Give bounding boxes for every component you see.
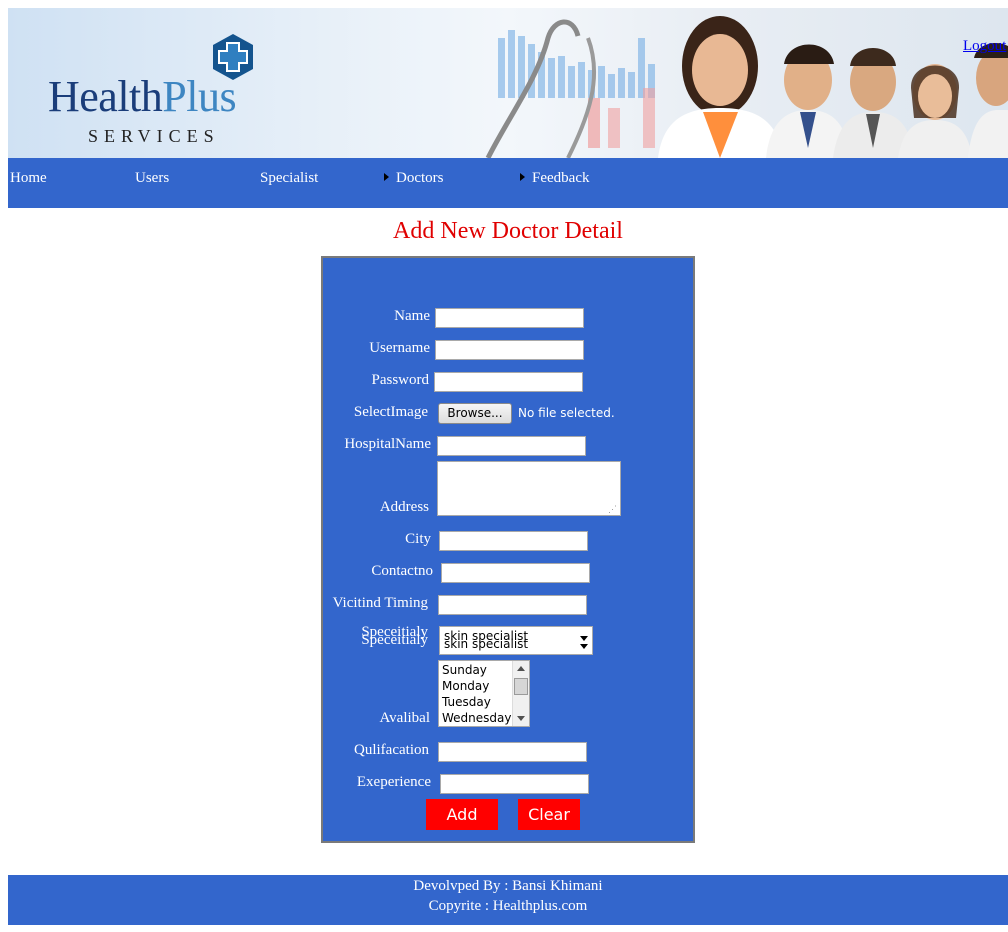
add-button[interactable]: Add xyxy=(426,799,498,830)
available-label: Avalibal xyxy=(379,710,430,726)
day-option[interactable]: Monday xyxy=(442,678,489,694)
contact-no-input[interactable] xyxy=(441,563,590,583)
healthplus-logo: HealthPlus SERVICES xyxy=(48,34,278,154)
nav-item-specialist[interactable]: Specialist xyxy=(260,170,318,187)
username-input[interactable] xyxy=(435,340,584,360)
page-title: Add New Doctor Detail xyxy=(393,218,623,244)
resize-grip-icon[interactable]: ⋰ xyxy=(608,505,617,514)
logo-tagline: SERVICES xyxy=(88,126,220,146)
nav-label: Home xyxy=(10,170,47,186)
listbox-scrollbar[interactable] xyxy=(512,661,529,726)
banner-doctors-image xyxy=(485,16,1008,158)
specialty-label-echo: Speceitialy xyxy=(361,632,428,648)
password-input[interactable] xyxy=(434,372,583,392)
chevron-down-icon xyxy=(580,636,588,641)
city-label: City xyxy=(405,531,431,547)
visiting-timing-label: Vicitind Timing xyxy=(332,595,428,611)
scroll-up-icon[interactable] xyxy=(517,666,525,671)
username-label: Username xyxy=(369,340,430,356)
nav-label: Doctors xyxy=(396,170,444,186)
qualification-label: Qulifacation xyxy=(354,742,429,758)
available-days-listbox[interactable]: Sunday Monday Tuesday Wednesday xyxy=(438,660,530,727)
name-input[interactable] xyxy=(435,308,584,328)
day-option[interactable]: Tuesday xyxy=(442,694,491,710)
nav-item-doctors[interactable]: Doctors xyxy=(384,170,444,187)
main-nav: Home Users Specialist Doctors Feedback xyxy=(8,158,1008,208)
page-footer: Devolvped By : Bansi Khimani Copyrite : … xyxy=(8,875,1008,925)
file-status-text: No file selected. xyxy=(518,406,615,420)
chevron-down-icon xyxy=(580,644,588,649)
name-label: Name xyxy=(394,308,430,324)
clear-button[interactable]: Clear xyxy=(518,799,580,830)
nav-label: Users xyxy=(135,170,170,186)
day-option[interactable]: Wednesday xyxy=(442,710,511,726)
footer-copyright: Copyrite : Healthplus.com xyxy=(428,898,588,914)
contact-no-label: Contactno xyxy=(371,563,433,579)
submenu-arrow-icon xyxy=(520,173,525,181)
browse-file-button[interactable]: Browse... xyxy=(438,403,512,424)
scroll-down-icon[interactable] xyxy=(517,716,525,721)
address-textarea[interactable] xyxy=(437,461,621,516)
header-banner: HealthPlus SERVICES Logout xyxy=(8,8,1008,158)
submenu-arrow-icon xyxy=(384,173,389,181)
nav-item-users[interactable]: Users xyxy=(135,170,169,187)
experience-label: Exeperience xyxy=(356,774,431,790)
city-input[interactable] xyxy=(439,531,588,551)
visiting-timing-input[interactable] xyxy=(438,595,587,615)
scroll-thumb[interactable] xyxy=(514,678,528,695)
add-doctor-form: Name Username Password SelectImage Brows… xyxy=(321,256,695,843)
logout-link[interactable]: Logout xyxy=(963,38,1006,55)
logo-word-health: Health xyxy=(48,72,163,121)
experience-input[interactable] xyxy=(440,774,589,794)
specialty-selected-value-echo: skin specialist xyxy=(444,637,529,651)
footer-developer-credit: Devolvped By : Bansi Khimani xyxy=(413,878,603,894)
password-label: Password xyxy=(371,372,429,388)
hospital-name-input[interactable] xyxy=(437,436,586,456)
nav-label: Feedback xyxy=(532,170,590,186)
qualification-input[interactable] xyxy=(438,742,587,762)
logo-wordmark: HealthPlus xyxy=(48,72,237,122)
address-label: Address xyxy=(379,499,429,515)
hospital-name-label: HospitalName xyxy=(344,436,431,452)
logo-word-plus: Plus xyxy=(162,72,237,121)
specialty-select[interactable]: skin specialist skin specialist xyxy=(439,626,593,655)
nav-label: Specialist xyxy=(260,170,319,186)
nav-item-feedback[interactable]: Feedback xyxy=(520,170,589,187)
nav-item-home[interactable]: Home xyxy=(10,170,47,187)
day-option[interactable]: Sunday xyxy=(442,662,487,678)
select-image-label: SelectImage xyxy=(353,404,428,420)
